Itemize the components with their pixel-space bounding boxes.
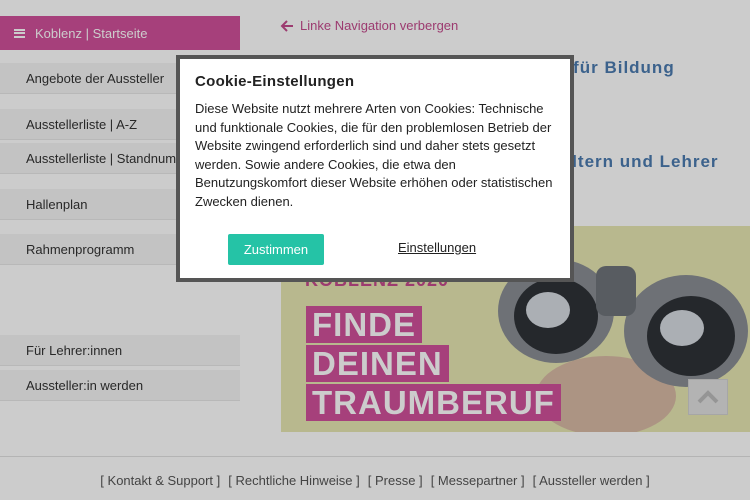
- cookie-settings-link[interactable]: Einstellungen: [398, 240, 476, 255]
- cookie-dialog-actions: Zustimmen Einstellungen: [228, 234, 488, 266]
- cookie-dialog-text: Diese Website nutzt mehrere Arten von Co…: [195, 101, 553, 209]
- accept-cookies-button[interactable]: Zustimmen: [228, 234, 324, 265]
- cookie-dialog-title: Cookie-Einstellungen: [195, 73, 355, 90]
- cookie-dialog: Cookie-Einstellungen Diese Website nutzt…: [176, 55, 574, 282]
